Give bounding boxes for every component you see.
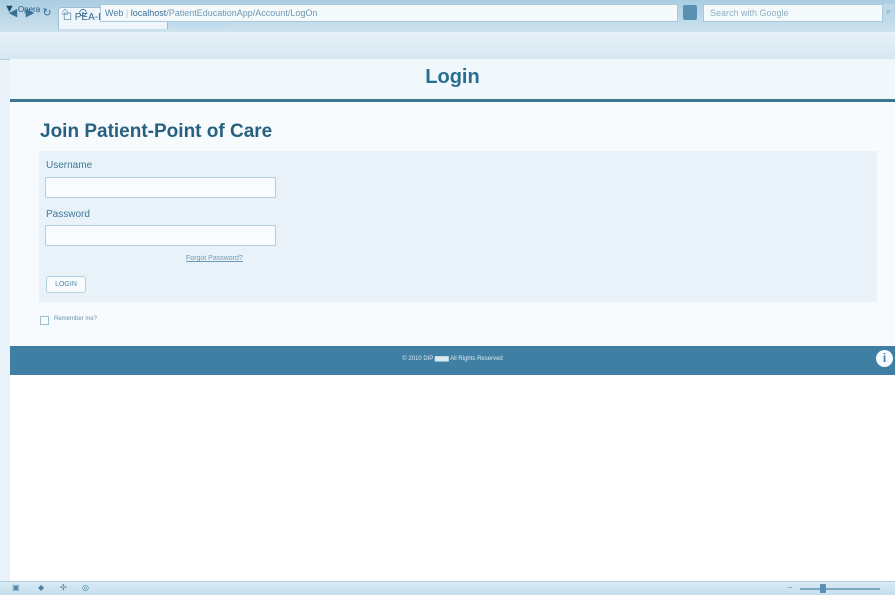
browser-status-bar (0, 581, 895, 595)
home-icon[interactable]: ⌂ (58, 6, 72, 18)
info-icon[interactable]: i (876, 350, 893, 367)
zoom-slider-thumb[interactable] (820, 584, 826, 593)
security-icon[interactable]: ⊙ (76, 6, 90, 19)
copyright-text: © 2010 DIP ▆▆▆ All Rights Reserved (402, 356, 503, 362)
remember-me-checkbox[interactable] (40, 316, 49, 325)
password-field[interactable] (45, 225, 276, 246)
username-label: Username (46, 160, 93, 171)
search-engine-icon[interactable] (683, 5, 697, 20)
zoom-slider[interactable] (800, 588, 880, 590)
remember-me-label: Remember me? (54, 316, 98, 322)
address-bar[interactable]: Web | localhost/PatientEducationApp/Acco… (100, 4, 678, 22)
image-toggle-icon[interactable]: ◎ (82, 583, 89, 592)
address-host: localhost (130, 8, 167, 18)
forgot-password-link[interactable]: Forgot Password? (186, 255, 243, 262)
back-icon[interactable]: ◀ (6, 6, 20, 19)
unite-icon[interactable]: ◆ (38, 583, 44, 592)
address-prefix: Web (105, 8, 124, 18)
page-title: Login (425, 66, 480, 88)
page-empty-area (10, 375, 895, 581)
search-placeholder: Search with Google (710, 8, 789, 18)
login-button[interactable]: LOGIN (46, 276, 86, 293)
address-path: /PatientEducationApp/Account/LogOn (166, 8, 318, 18)
username-field[interactable] (45, 177, 276, 198)
forward-icon[interactable]: ▶ (23, 6, 37, 19)
search-icon[interactable]: ⌕ (886, 6, 891, 17)
panel-toggle-icon[interactable]: ▣ (12, 583, 20, 592)
reload-icon[interactable]: ↻ (40, 6, 54, 19)
zoom-out-icon[interactable]: − (788, 583, 793, 592)
search-input[interactable]: Search with Google (703, 4, 883, 22)
login-heading: Join Patient-Point of Care (40, 121, 273, 142)
turbo-icon[interactable]: ✣ (60, 583, 67, 592)
navigation-bar (0, 32, 895, 60)
password-label: Password (46, 209, 90, 220)
window-edge (0, 0, 10, 594)
